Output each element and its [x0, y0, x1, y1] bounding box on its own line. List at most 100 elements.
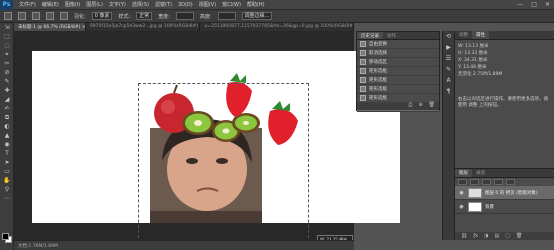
- paragraph-panel-icon[interactable]: ¶: [443, 86, 454, 97]
- hand-tool-icon[interactable]: ✋: [1, 176, 13, 185]
- subtract-selection-icon[interactable]: [46, 12, 54, 20]
- new-layer-icon[interactable]: ▢: [505, 233, 510, 239]
- prop-doc-info: 无羽化 2.75M/1.89M: [458, 72, 503, 77]
- delete-layer-icon[interactable]: 🗑: [516, 233, 522, 239]
- intersect-selection-icon[interactable]: [60, 12, 68, 20]
- feather-input[interactable]: 0 像素: [91, 12, 113, 20]
- document-tab[interactable]: 未标题-1 @ 66.7% (RGB/8#) ×: [14, 23, 86, 31]
- layer-filter-kind[interactable]: [458, 179, 467, 185]
- menu-view[interactable]: 视图(V): [199, 1, 216, 8]
- history-item[interactable]: 自由变换: [357, 40, 439, 49]
- history-brush-tool-icon[interactable]: ✍: [1, 104, 13, 113]
- blend-mode-select[interactable]: [470, 179, 479, 185]
- brush-tool-icon[interactable]: ✚: [1, 86, 13, 95]
- marquee-tool-icon[interactable]: ⬚: [1, 32, 13, 41]
- brush-panel-icon[interactable]: ✎: [443, 64, 454, 75]
- history-panel-footer: ⎙ ⊕ 🗑: [357, 102, 439, 110]
- history-item[interactable]: 移动选区: [357, 58, 439, 67]
- fill-field[interactable]: [506, 179, 515, 185]
- tab-layers[interactable]: 图层: [455, 169, 472, 177]
- menu-layer[interactable]: 图层(L): [86, 1, 103, 8]
- delete-state-icon[interactable]: 🗑: [429, 102, 435, 110]
- add-selection-icon[interactable]: [32, 12, 40, 20]
- crop-tool-icon[interactable]: ✂: [1, 59, 13, 68]
- actions-panel-icon[interactable]: ▶: [443, 42, 454, 53]
- menu-3d[interactable]: 3D(D): [178, 2, 193, 8]
- healing-brush-tool-icon[interactable]: ✎: [1, 77, 13, 86]
- history-item-label: 移动选区: [369, 60, 387, 65]
- tab-properties[interactable]: 属性: [472, 31, 489, 39]
- menu-select[interactable]: 选择(S): [132, 1, 149, 8]
- eraser-tool-icon[interactable]: ⧉: [1, 113, 13, 122]
- eyedropper-tool-icon[interactable]: ⊘: [1, 68, 13, 77]
- refine-edge-button[interactable]: 调整边缘...: [241, 12, 273, 20]
- marquee-selection[interactable]: [138, 83, 309, 250]
- layer-name: 背景: [485, 204, 494, 210]
- width-label: 宽度:: [158, 13, 170, 20]
- zoom-tool-icon[interactable]: ⚲: [1, 185, 13, 194]
- rectangle-tool-icon[interactable]: ▭: [1, 167, 13, 176]
- history-item[interactable]: 矩形选框: [357, 85, 439, 94]
- prop-height[interactable]: H: 13.33 厘米: [458, 50, 551, 57]
- height-input[interactable]: [217, 12, 236, 20]
- history-item-label: 矩形选框: [369, 96, 387, 101]
- more-tools-icon[interactable]: ⋯: [1, 194, 13, 203]
- menu-window[interactable]: 窗口(W): [222, 1, 241, 8]
- marquee-tool-preset-icon[interactable]: [4, 12, 12, 20]
- style-select[interactable]: 正常: [136, 12, 153, 20]
- history-item[interactable]: 取消选择: [357, 49, 439, 58]
- layer-style-icon[interactable]: ƒx: [473, 233, 478, 239]
- layer-name: 图层 0 的 拷贝 (智能对象): [485, 190, 538, 196]
- menu-filter[interactable]: 滤镜(T): [155, 1, 172, 8]
- menu-file[interactable]: 文件(F): [19, 1, 36, 8]
- maximize-icon[interactable]: □: [531, 1, 537, 8]
- history-panel: 历史记录 动作 自由变换 取消选择 移动选区 矩形选框 矩形选框 矩形选框 矩形…: [356, 31, 440, 112]
- close-icon[interactable]: ✕: [545, 1, 550, 8]
- visibility-eye-icon[interactable]: ◉: [458, 190, 465, 196]
- minimize-icon[interactable]: —: [517, 1, 523, 8]
- new-selection-icon[interactable]: [18, 12, 26, 20]
- tab-channels[interactable]: 通道: [472, 169, 489, 177]
- type-tool-icon[interactable]: T: [1, 149, 13, 158]
- new-document-from-state-icon[interactable]: ⎙: [408, 102, 412, 110]
- history-item[interactable]: 矩形选框: [357, 76, 439, 85]
- adjustment-layer-icon[interactable]: ◑: [484, 233, 488, 239]
- canvas-workspace[interactable]: W: 23.25 厘米 H: 23.25 厘米: [14, 31, 400, 250]
- tab-history[interactable]: 历史记录: [357, 32, 383, 39]
- link-layers-icon[interactable]: ⛓: [461, 233, 467, 239]
- width-input[interactable]: [175, 12, 194, 20]
- quick-select-tool-icon[interactable]: ⌖: [1, 50, 13, 59]
- height-label: 高度:: [199, 13, 212, 20]
- gradient-tool-icon[interactable]: ◐: [1, 122, 13, 131]
- character-panel-icon[interactable]: A: [443, 75, 454, 86]
- dodge-tool-icon[interactable]: ◉: [1, 140, 13, 149]
- path-selection-tool-icon[interactable]: ➤: [1, 158, 13, 167]
- layer-row-selected[interactable]: ◉ 图层 0 的 拷贝 (智能对象): [455, 186, 554, 200]
- lock-icon[interactable]: [494, 179, 503, 185]
- clone-stamp-tool-icon[interactable]: ◢: [1, 95, 13, 104]
- visibility-eye-icon[interactable]: ◉: [458, 204, 465, 210]
- document-tab[interactable]: u=2551905877,1157037785&fm=26&gp=0.jpg @…: [200, 23, 354, 31]
- layer-row[interactable]: ◉ 背景: [455, 200, 554, 214]
- menu-help[interactable]: 帮助(H): [247, 1, 265, 8]
- menu-image[interactable]: 图像(I): [65, 1, 80, 8]
- doc-size-status: 文档:1.76M/1.89M: [18, 244, 58, 249]
- prop-width[interactable]: W: 13.13 厘米: [458, 43, 551, 50]
- document-tab[interactable]: 6975f15e5ja7cp5d3ww2...jpg @ 100%(RGB/8#…: [86, 23, 201, 31]
- menu-edit[interactable]: 编辑(E): [42, 1, 59, 8]
- prop-x[interactable]: X: 34.31 厘米: [458, 57, 551, 64]
- opacity-field[interactable]: [482, 179, 491, 185]
- tab-adjustments[interactable]: 调整: [455, 31, 472, 39]
- foreground-color-swatch[interactable]: [2, 233, 9, 240]
- new-snapshot-icon[interactable]: ⊕: [418, 102, 422, 110]
- tab-actions[interactable]: 动作: [383, 32, 400, 39]
- properties-panel-icon[interactable]: ☰: [443, 53, 454, 64]
- move-tool-icon[interactable]: ⇲: [1, 23, 13, 32]
- history-item[interactable]: 矩形选框: [357, 67, 439, 76]
- blur-tool-icon[interactable]: ▲: [1, 131, 13, 140]
- history-panel-icon[interactable]: ⟲: [443, 31, 454, 42]
- new-group-icon[interactable]: ▤: [494, 233, 499, 239]
- lasso-tool-icon[interactable]: ◌: [1, 41, 13, 50]
- menu-type[interactable]: 文字(Y): [109, 1, 126, 8]
- prop-y[interactable]: Y: 13.48 厘米: [458, 64, 551, 71]
